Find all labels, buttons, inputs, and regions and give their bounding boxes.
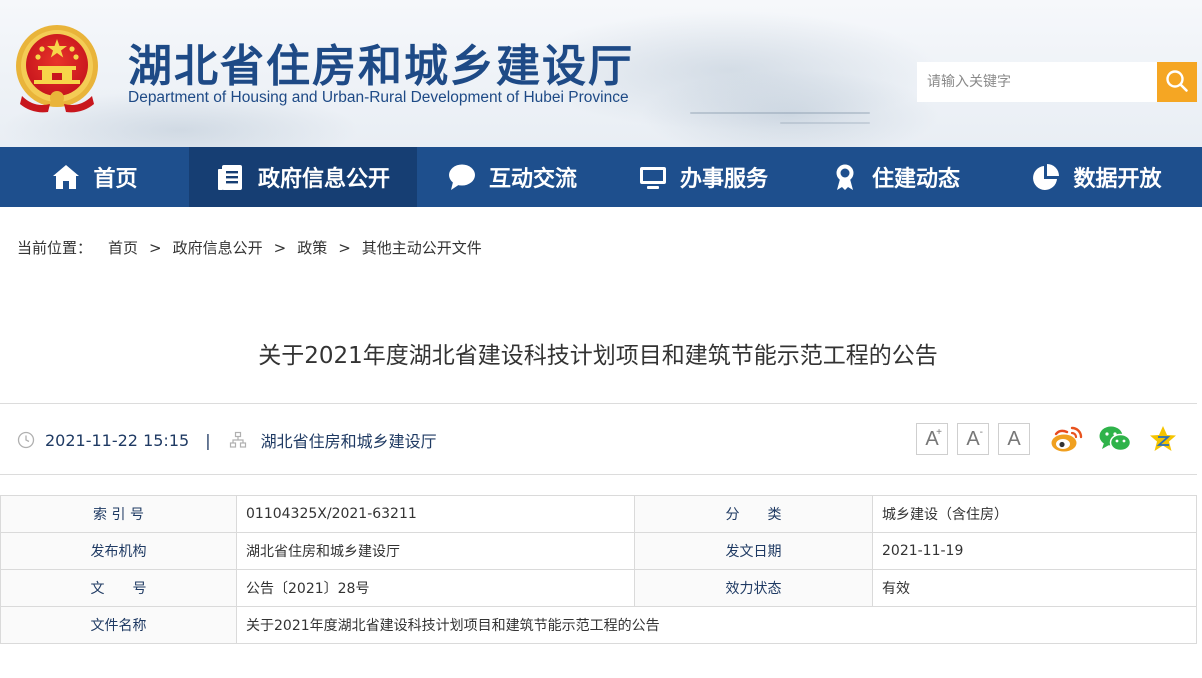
font-decrease-label: A bbox=[966, 427, 980, 450]
table-row: 索 引 号 01104325X/2021-63211 分 类 城乡建设（含住房） bbox=[0, 495, 1197, 533]
share-bar bbox=[1050, 422, 1180, 456]
national-emblem-icon[interactable] bbox=[12, 22, 102, 118]
file-name-value: 关于2021年度湖北省建设科技计划项目和建筑节能示范工程的公告 bbox=[236, 606, 1197, 644]
org-chart-icon bbox=[229, 431, 247, 449]
file-name-label: 文件名称 bbox=[0, 606, 237, 644]
breadcrumb-home-link[interactable]: 首页 bbox=[108, 237, 138, 258]
nav-label: 办事服务 bbox=[679, 167, 768, 192]
article-meta: 2021-11-22 15:15 | 湖北省住房和城乡建设厅 bbox=[17, 428, 437, 452]
nav-label: 政府信息公开 bbox=[257, 167, 390, 192]
clock-icon bbox=[17, 431, 35, 449]
nav-label: 数据开放 bbox=[1073, 167, 1162, 192]
table-row: 发布机构 湖北省住房和城乡建设厅 发文日期 2021-11-19 bbox=[0, 532, 1197, 570]
doc-number-label: 文 号 bbox=[0, 569, 237, 607]
font-decrease-sup: - bbox=[979, 427, 983, 438]
nav-item-government-info[interactable]: 政府信息公开 bbox=[189, 147, 417, 207]
category-value: 城乡建设（含住房） bbox=[872, 495, 1197, 533]
breadcrumb-separator: > bbox=[338, 238, 351, 257]
background-line bbox=[690, 112, 870, 114]
home-icon bbox=[51, 162, 81, 192]
breadcrumb-policy-link[interactable]: 政策 bbox=[297, 237, 327, 258]
article-source: 湖北省住房和城乡建设厅 bbox=[260, 432, 437, 451]
index-number-value: 01104325X/2021-63211 bbox=[236, 495, 635, 533]
category-label: 分 类 bbox=[634, 495, 873, 533]
site-title: 湖北省住房和城乡建设厅 bbox=[128, 41, 634, 92]
pie-chart-icon bbox=[1031, 162, 1061, 192]
breadcrumb-label: 当前位置： bbox=[17, 239, 93, 257]
issue-date-label: 发文日期 bbox=[634, 532, 873, 570]
divider bbox=[0, 403, 1197, 404]
doc-number-value: 公告〔2021〕28号 bbox=[236, 569, 635, 607]
publisher-value: 湖北省住房和城乡建设厅 bbox=[236, 532, 635, 570]
table-row: 文件名称 关于2021年度湖北省建设科技计划项目和建筑节能示范工程的公告 bbox=[0, 606, 1197, 644]
index-number-label: 索 引 号 bbox=[0, 495, 237, 533]
nav-item-open-data[interactable]: 数据开放 bbox=[991, 147, 1202, 207]
qzone-icon[interactable] bbox=[1146, 422, 1180, 456]
monitor-icon bbox=[638, 162, 668, 192]
main-nav: 首页 政府信息公开 互动交流 办事服务 住建动态 数据开放 bbox=[0, 147, 1202, 207]
site-header: 湖北省住房和城乡建设厅 Department of Housing and Ur… bbox=[0, 0, 1202, 147]
breadcrumb-other-files-link[interactable]: 其他主动公开文件 bbox=[362, 237, 482, 258]
nav-label: 互动交流 bbox=[488, 167, 577, 192]
search-button[interactable] bbox=[1157, 62, 1197, 102]
font-increase-sup: + bbox=[936, 427, 942, 438]
nav-item-interaction[interactable]: 互动交流 bbox=[417, 147, 607, 207]
nav-item-news[interactable]: 住建动态 bbox=[799, 147, 991, 207]
search-icon bbox=[1164, 68, 1190, 97]
issue-date-value: 2021-11-19 bbox=[872, 532, 1197, 570]
nav-item-services[interactable]: 办事服务 bbox=[607, 147, 799, 207]
weibo-icon[interactable] bbox=[1050, 422, 1084, 456]
publisher-label: 发布机构 bbox=[0, 532, 237, 570]
site-subtitle: Department of Housing and Urban-Rural De… bbox=[128, 89, 629, 106]
table-row: 文 号 公告〔2021〕28号 效力状态 有效 bbox=[0, 569, 1197, 607]
document-list-icon bbox=[216, 162, 246, 192]
nav-item-home[interactable]: 首页 bbox=[0, 147, 189, 207]
breadcrumb: 当前位置： 首页 > 政府信息公开 > 政策 > 其他主动公开文件 bbox=[17, 237, 482, 258]
breadcrumb-gov-info-link[interactable]: 政府信息公开 bbox=[173, 237, 263, 258]
divider bbox=[0, 474, 1197, 475]
wechat-icon[interactable] bbox=[1098, 422, 1132, 456]
validity-value: 有效 bbox=[872, 569, 1197, 607]
breadcrumb-separator: > bbox=[273, 238, 287, 257]
validity-label: 效力状态 bbox=[634, 569, 873, 607]
breadcrumb-separator: > bbox=[149, 238, 162, 257]
article-title: 关于2021年度湖北省建设科技计划项目和建筑节能示范工程的公告 bbox=[258, 343, 938, 369]
font-increase-button[interactable]: A + bbox=[916, 423, 948, 455]
font-size-controls: A + A- A bbox=[916, 423, 1030, 455]
meta-separator: | bbox=[205, 430, 211, 450]
nav-label: 住建动态 bbox=[871, 167, 960, 192]
chat-bubble-icon bbox=[447, 162, 477, 192]
search-input[interactable] bbox=[917, 62, 1157, 102]
font-reset-button[interactable]: A bbox=[998, 423, 1030, 455]
background-line bbox=[780, 122, 870, 124]
award-ribbon-icon bbox=[830, 162, 860, 192]
nav-label: 首页 bbox=[93, 167, 138, 192]
font-reset-label: A bbox=[1007, 427, 1021, 450]
font-decrease-button[interactable]: A- bbox=[957, 423, 989, 455]
document-info-table: 索 引 号 01104325X/2021-63211 分 类 城乡建设（含住房）… bbox=[0, 495, 1197, 644]
publish-datetime: 2021-11-22 15:15 bbox=[45, 430, 190, 450]
